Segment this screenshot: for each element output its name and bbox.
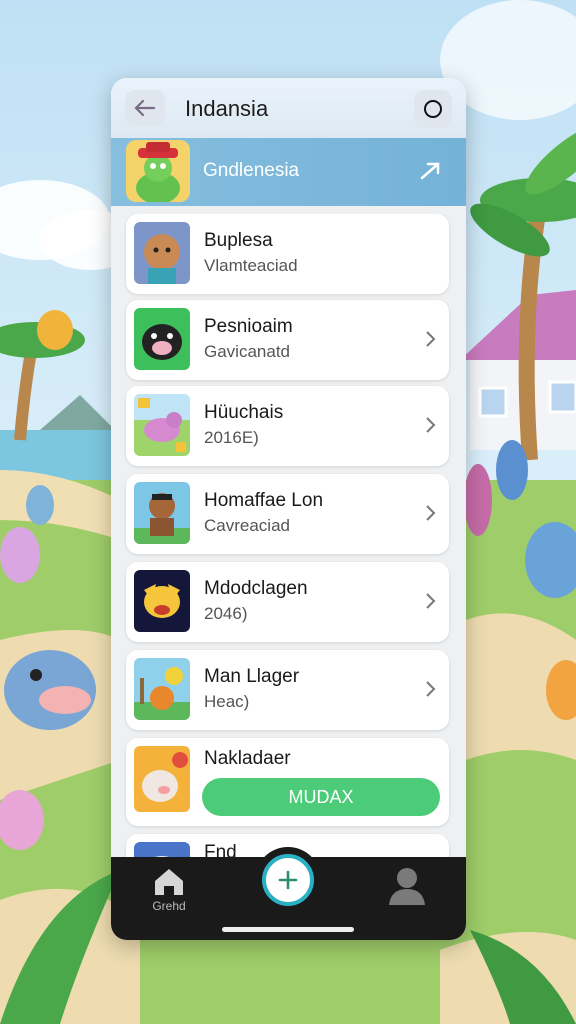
list-item[interactable]: Man Llager Heac)	[126, 650, 449, 730]
list-item[interactable]: Buplesa Vlamteaciad	[126, 214, 449, 294]
item-title: Nakladaer	[204, 748, 291, 769]
chevron-right-icon	[425, 680, 437, 703]
item-subtitle: Heac)	[204, 692, 250, 711]
item-thumbnail	[134, 308, 190, 370]
circle-icon	[424, 100, 442, 118]
item-thumbnail	[134, 222, 190, 284]
top-bar: Indansia	[111, 78, 466, 138]
item-title: Homaffae Lon	[204, 490, 324, 511]
item-subtitle: Cavreaciad	[204, 516, 290, 535]
plus-icon	[278, 870, 298, 890]
chevron-right-icon	[425, 592, 437, 615]
item-title: Mdodclagen	[204, 578, 308, 599]
item-thumbnail	[134, 482, 190, 544]
profile-tab[interactable]	[387, 865, 427, 907]
home-indicator	[222, 927, 354, 932]
home-tab-label: Grehd	[152, 899, 186, 913]
item-subtitle: 2016E)	[204, 428, 259, 447]
list-item[interactable]: Pesnioaim Gavicanatd	[126, 300, 449, 380]
chevron-right-icon	[425, 504, 437, 527]
featured-thumbnail	[126, 140, 190, 202]
home-icon	[155, 869, 183, 895]
app-window: Indansia Gndlenesia Buplesa Vlamteaciad …	[111, 78, 466, 940]
item-thumbnail	[134, 394, 190, 456]
chevron-right-icon	[425, 416, 437, 439]
page-title: Indansia	[185, 96, 269, 121]
chevron-right-icon	[425, 330, 437, 353]
list-item[interactable]: Mdodclagen 2046)	[126, 562, 449, 642]
list-item[interactable]: Homaffae Lon Cavreaciad	[126, 474, 449, 554]
item-title: Buplesa	[204, 230, 273, 251]
item-thumbnail	[134, 746, 190, 812]
item-subtitle: 2046)	[204, 604, 248, 623]
person-icon	[389, 868, 425, 905]
game-list: Buplesa Vlamteaciad Pesnioaim Gavicanatd…	[111, 214, 466, 858]
item-title: Fnd	[204, 842, 237, 858]
home-tab[interactable]: Grehd	[147, 865, 191, 915]
arrow-left-icon	[134, 99, 156, 117]
banner-open-button[interactable]	[418, 158, 444, 189]
item-thumbnail	[134, 570, 190, 632]
add-button[interactable]	[255, 847, 321, 913]
list-item[interactable]: Nakladaer MUDAX	[126, 738, 449, 826]
bottom-nav: Grehd	[111, 847, 466, 940]
featured-banner[interactable]: Gndlenesia	[111, 138, 466, 206]
item-title: Pesnioaim	[204, 316, 293, 337]
item-thumbnail	[134, 842, 190, 858]
back-button[interactable]	[125, 90, 165, 126]
item-thumbnail	[134, 658, 190, 720]
arrow-up-right-icon	[420, 162, 440, 180]
item-subtitle: Gavicanatd	[204, 342, 290, 361]
item-title: Man Llager	[204, 666, 300, 687]
banner-label: Gndlenesia	[203, 160, 300, 181]
list-item[interactable]: Hüuchais 2016E)	[126, 386, 449, 466]
play-button[interactable]: MUDAX	[202, 778, 440, 816]
item-title: Hüuchais	[204, 402, 284, 423]
item-subtitle: Vlamteaciad	[204, 256, 298, 275]
menu-circle-button[interactable]	[414, 90, 452, 128]
